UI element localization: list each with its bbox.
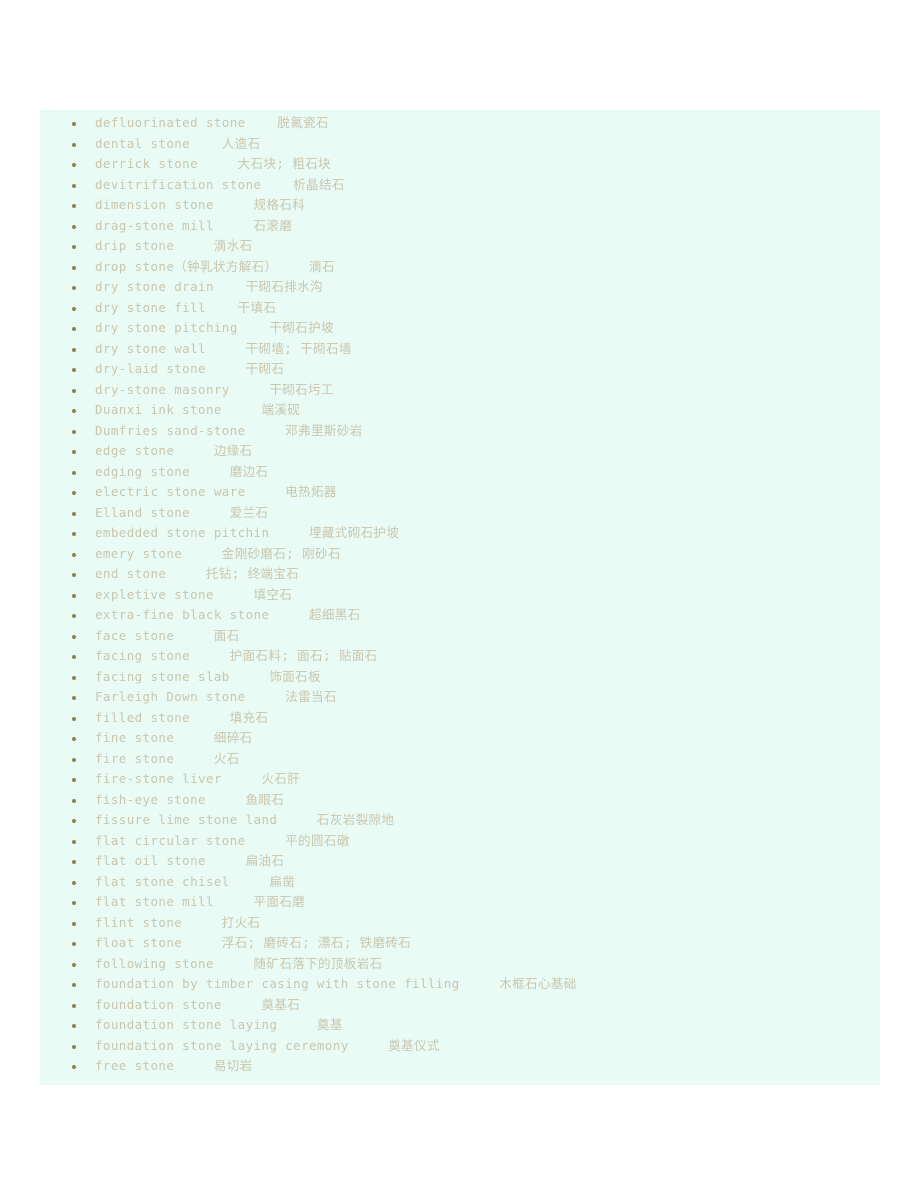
glossary-list-item: foundation stone 奠基石 xyxy=(40,995,880,1016)
glossary-entry-text: dry stone fill 干填石 xyxy=(95,299,277,315)
glossary-entry-text: flint stone 打火石 xyxy=(95,914,261,930)
glossary-entry-text: drip stone 滴水石 xyxy=(95,238,253,253)
glossary-content-block: defluorinated stone 脱氟瓷石 dental stone 人造石… xyxy=(40,110,880,1085)
glossary-entry-text: free stone 易切岩 xyxy=(95,1058,253,1073)
glossary-entry-text: filled stone 填充石 xyxy=(95,709,269,725)
glossary-list-item: dry-stone masonry 干砌石圬工 xyxy=(40,380,880,401)
glossary-entry-text: following stone 随矿石落下的顶板岩石 xyxy=(95,955,383,971)
glossary-entry-text: emery stone 金刚砂磨石; 刚砂石 xyxy=(95,545,341,561)
glossary-list-item: filled stone 填充石 xyxy=(40,708,880,729)
glossary-list-item: flat stone mill 平面石磨 xyxy=(40,892,880,913)
glossary-list-item: flat oil stone 扁油石 xyxy=(40,851,880,872)
glossary-list-item: foundation stone laying 奠基 xyxy=(40,1015,880,1036)
glossary-entry-text: flat stone mill 平面石磨 xyxy=(95,894,306,909)
glossary-entry-text: drag-stone mill 石滚磨 xyxy=(95,217,293,233)
glossary-entry-text: edge stone 边缘石 xyxy=(95,443,253,458)
glossary-list-item: Dumfries sand-stone 邓弗里斯砂岩 xyxy=(40,421,880,442)
glossary-entry-text: foundation stone laying 奠基 xyxy=(95,1017,343,1032)
glossary-entry-text: dental stone 人造石 xyxy=(95,135,261,151)
glossary-list-item: Farleigh Down stone 法雷当石 xyxy=(40,687,880,708)
glossary-entry-text: dry-stone masonry 干砌石圬工 xyxy=(95,381,334,397)
glossary-entry-text: electric stone ware 电热炻器 xyxy=(95,484,337,499)
glossary-list-item: foundation stone laying ceremony 奠基仪式 xyxy=(40,1036,880,1057)
glossary-entry-text: extra-fine black stone 超细黑石 xyxy=(95,607,361,622)
glossary-entry-text: facing stone 护面石料; 面石; 贴面石 xyxy=(95,648,378,663)
glossary-entry-text: edging stone 磨边石 xyxy=(95,463,269,479)
glossary-entry-text: dimension stone 规格石科 xyxy=(95,197,306,212)
glossary-entry-text: Dumfries sand-stone 邓弗里斯砂岩 xyxy=(95,422,363,438)
glossary-list-item: dry stone drain 干砌石排水沟 xyxy=(40,277,880,298)
glossary-entry-text: expletive stone 填空石 xyxy=(95,586,293,602)
glossary-list-item: dry-laid stone 干砌石 xyxy=(40,359,880,380)
glossary-entry-text: float stone 浮石; 磨砖石; 漂石; 铁磨砖石 xyxy=(95,935,412,950)
glossary-list-item: facing stone slab 饰面石板 xyxy=(40,667,880,688)
glossary-list-item: flint stone 打火石 xyxy=(40,913,880,934)
glossary-list-item: dental stone 人造石 xyxy=(40,134,880,155)
glossary-list-item: Elland stone 爱兰石 xyxy=(40,503,880,524)
glossary-entry-text: foundation by timber casing with stone f… xyxy=(95,976,577,991)
glossary-list-item: emery stone 金刚砂磨石; 刚砂石 xyxy=(40,544,880,565)
glossary-entry-text: face stone 面石 xyxy=(95,627,240,643)
glossary-entry-text: fish-eye stone 鱼眼石 xyxy=(95,791,285,807)
glossary-list-item: dry stone fill 干填石 xyxy=(40,298,880,319)
glossary-list-item: edge stone 边缘石 xyxy=(40,441,880,462)
glossary-list-item: edging stone 磨边石 xyxy=(40,462,880,483)
glossary-list-item: face stone 面石 xyxy=(40,626,880,647)
glossary-list-item: flat stone chisel 扁凿 xyxy=(40,872,880,893)
glossary-entry-text: Farleigh Down stone 法雷当石 xyxy=(95,689,337,704)
glossary-list-item: Duanxi ink stone 端溪砚 xyxy=(40,400,880,421)
glossary-list-item: dry stone wall 干砌墙; 干砌石墙 xyxy=(40,339,880,360)
glossary-entry-text: dry stone drain 干砌石排水沟 xyxy=(95,279,323,294)
glossary-entry-text: facing stone slab 饰面石板 xyxy=(95,668,321,684)
document-page: defluorinated stone 脱氟瓷石 dental stone 人造石… xyxy=(0,0,920,1191)
glossary-entry-text: foundation stone 奠基石 xyxy=(95,996,301,1012)
glossary-list-item: electric stone ware 电热炻器 xyxy=(40,482,880,503)
glossary-list-item: foundation by timber casing with stone f… xyxy=(40,974,880,995)
glossary-list-item: float stone 浮石; 磨砖石; 漂石; 铁磨砖石 xyxy=(40,933,880,954)
glossary-list-item: end stone 托钻; 终端宝石 xyxy=(40,564,880,585)
glossary-entry-text: dry stone wall 干砌墙; 干砌石墙 xyxy=(95,340,352,356)
glossary-entry-text: defluorinated stone 脱氟瓷石 xyxy=(95,115,329,130)
glossary-list-item: facing stone 护面石料; 面石; 贴面石 xyxy=(40,646,880,667)
glossary-list-item: fish-eye stone 鱼眼石 xyxy=(40,790,880,811)
glossary-list-item: dry stone pitching 干砌石护坡 xyxy=(40,318,880,339)
glossary-entry-text: derrick stone 大石块; 粗石块 xyxy=(95,156,331,171)
glossary-list-item: drop stone（钟乳状方解石） 滴石 xyxy=(40,257,880,278)
glossary-entry-text: Elland stone 爱兰石 xyxy=(95,504,269,520)
glossary-entry-text: dry-laid stone 干砌石 xyxy=(95,361,285,376)
glossary-list-item: fine stone 细碎石 xyxy=(40,728,880,749)
glossary-list-item: drip stone 滴水石 xyxy=(40,236,880,257)
glossary-entry-text: end stone 托钻; 终端宝石 xyxy=(95,566,300,581)
glossary-list-item: defluorinated stone 脱氟瓷石 xyxy=(40,113,880,134)
glossary-entry-text: fire-stone liver 火石肝 xyxy=(95,771,301,786)
glossary-list-item: devitrification stone 析晶结石 xyxy=(40,175,880,196)
glossary-list-item: following stone 随矿石落下的顶板岩石 xyxy=(40,954,880,975)
glossary-list-item: dimension stone 规格石科 xyxy=(40,195,880,216)
glossary-list-item: expletive stone 填空石 xyxy=(40,585,880,606)
glossary-entry-text: fire stone 火石 xyxy=(95,750,240,766)
glossary-list-item: derrick stone 大石块; 粗石块 xyxy=(40,154,880,175)
glossary-entry-text: flat oil stone 扁油石 xyxy=(95,853,285,868)
glossary-list-item: extra-fine black stone 超细黑石 xyxy=(40,605,880,626)
glossary-entry-text: foundation stone laying ceremony 奠基仪式 xyxy=(95,1037,440,1053)
glossary-list-item: embedded stone pitchin 埋藏式砌石护坡 xyxy=(40,523,880,544)
glossary-list-item: drag-stone mill 石滚磨 xyxy=(40,216,880,237)
glossary-list-item: flat circular stone 平的圆石礅 xyxy=(40,831,880,852)
glossary-entry-text: dry stone pitching 干砌石护坡 xyxy=(95,320,334,335)
glossary-list-item: fire stone 火石 xyxy=(40,749,880,770)
glossary-entry-text: fissure lime stone land 石灰岩裂隙地 xyxy=(95,812,395,827)
glossary-entry-text: fine stone 细碎石 xyxy=(95,730,253,745)
glossary-entry-text: flat circular stone 平的圆石礅 xyxy=(95,832,350,848)
glossary-entry-text: embedded stone pitchin 埋藏式砌石护坡 xyxy=(95,525,400,540)
glossary-entry-text: devitrification stone 析晶结石 xyxy=(95,176,345,192)
glossary-entry-text: Duanxi ink stone 端溪砚 xyxy=(95,402,301,417)
glossary-list-item: free stone 易切岩 xyxy=(40,1056,880,1077)
glossary-list-item: fire-stone liver 火石肝 xyxy=(40,769,880,790)
glossary-list: defluorinated stone 脱氟瓷石 dental stone 人造石… xyxy=(40,110,880,1085)
glossary-entry-text: drop stone（钟乳状方解石） 滴石 xyxy=(95,258,335,274)
glossary-entry-text: flat stone chisel 扁凿 xyxy=(95,873,296,889)
glossary-list-item: fissure lime stone land 石灰岩裂隙地 xyxy=(40,810,880,831)
